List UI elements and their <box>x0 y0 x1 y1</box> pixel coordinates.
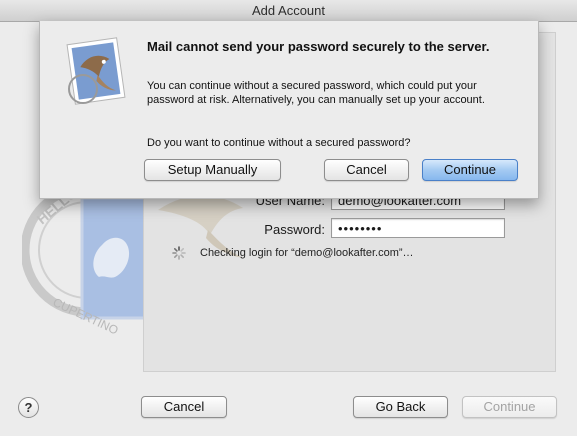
help-button[interactable]: ? <box>18 397 39 418</box>
alert-message: You can continue without a secured passw… <box>147 80 485 106</box>
cancel-button[interactable]: Cancel <box>141 396 227 418</box>
alert-question: Do you want to continue without a secure… <box>147 137 411 149</box>
password-field[interactable]: •••••••• <box>331 218 505 238</box>
sheet-cancel-button[interactable]: Cancel <box>324 159 409 181</box>
sheet-continue-button[interactable]: Continue <box>422 159 518 181</box>
setup-manually-button[interactable]: Setup Manually <box>144 159 281 181</box>
continue-button-disabled[interactable]: Continue <box>462 396 557 418</box>
go-back-button[interactable]: Go Back <box>353 396 448 418</box>
password-label: Password: <box>264 222 325 237</box>
progress-spinner-icon <box>172 246 186 260</box>
status-text: Checking login for “demo@lookafter.com”… <box>200 247 414 259</box>
alert-sheet: Mail cannot send your password securely … <box>39 21 539 199</box>
window-title: Add Account <box>0 0 577 22</box>
alert-title: Mail cannot send your password securely … <box>147 39 490 54</box>
mail-stamp-icon <box>66 37 126 105</box>
